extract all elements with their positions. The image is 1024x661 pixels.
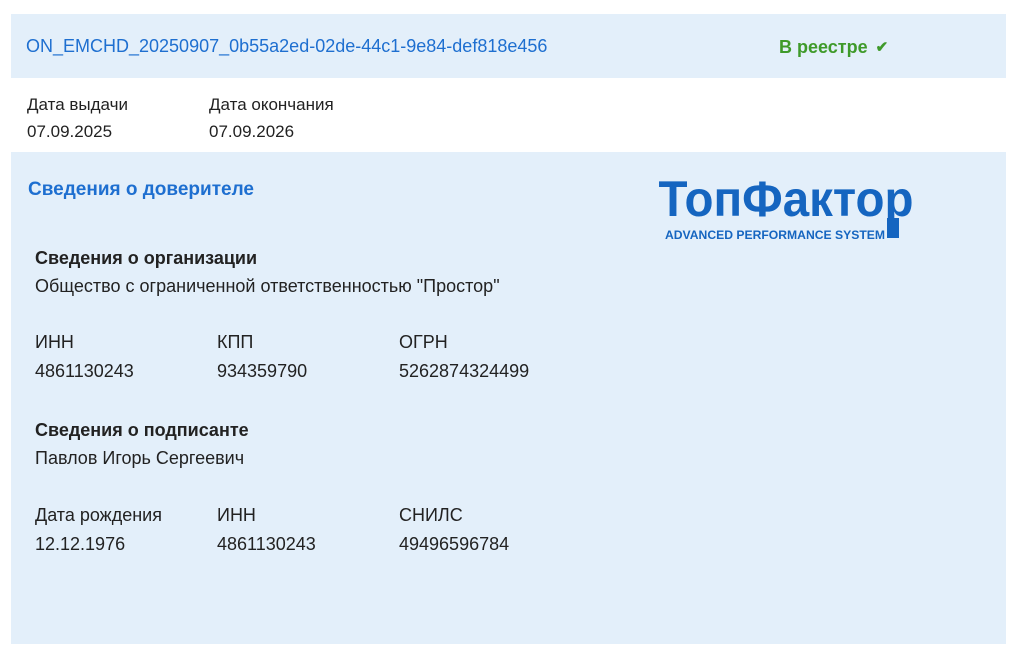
check-icon: ✔ <box>875 39 889 56</box>
organization-ogrn-field: ОГРН 5262874324499 <box>399 328 529 386</box>
signer-inn-label: ИНН <box>217 505 256 525</box>
organization-ogrn-value: 5262874324499 <box>399 361 530 381</box>
issue-date-field: Дата выдачи 07.09.2025 <box>27 91 128 145</box>
signer-birth-date-field: Дата рождения 12.12.1976 <box>35 501 162 559</box>
principal-panel: Сведения о доверителе ТопФактор ADVANCED… <box>11 152 1006 644</box>
issue-date-label: Дата выдачи <box>27 95 128 114</box>
signer-section-title: Сведения о подписанте <box>35 420 249 440</box>
signer-name: Павлов Игорь Сергеевич <box>35 448 245 468</box>
expiry-date-value: 07.09.2026 <box>209 122 295 141</box>
organization-kpp-value: 934359790 <box>217 361 308 381</box>
expiry-date-label: Дата окончания <box>209 95 334 114</box>
document-header: ON_EMCHD_20250907_0b55a2ed-02de-44c1-9e8… <box>11 14 1006 78</box>
issue-date-value: 07.09.2025 <box>27 122 113 141</box>
expiry-date-field: Дата окончания 07.09.2026 <box>209 91 334 145</box>
organization-ogrn-label: ОГРН <box>399 332 448 352</box>
signer-birth-date-label: Дата рождения <box>35 505 162 525</box>
signer-inn-value: 4861130243 <box>217 534 316 554</box>
organization-inn-value: 4861130243 <box>35 361 134 381</box>
signer-inn-field: ИНН 4861130243 <box>217 501 316 559</box>
document-id-link[interactable]: ON_EMCHD_20250907_0b55a2ed-02de-44c1-9e8… <box>26 36 547 57</box>
organization-name: Общество с ограниченной ответственностью… <box>35 276 500 296</box>
signer-snils-field: СНИЛС 49496596784 <box>399 501 509 559</box>
organization-inn-label: ИНН <box>35 332 74 352</box>
topfactor-logo: ТопФактор ADVANCED PERFORMANCE SYSTEM <box>659 171 914 242</box>
organization-inn-field: ИНН 4861130243 <box>35 328 134 386</box>
signer-snils-label: СНИЛС <box>399 505 463 525</box>
organization-section-title: Сведения о организации <box>35 248 258 268</box>
organization-kpp-label: КПП <box>217 332 254 352</box>
signer-snils-value: 49496596784 <box>399 534 510 554</box>
signer-birth-date-value: 12.12.1976 <box>35 534 126 554</box>
organization-kpp-field: КПП 934359790 <box>217 328 307 386</box>
svg-text:ADVANCED PERFORMANCE SYSTEM: ADVANCED PERFORMANCE SYSTEM <box>665 228 885 242</box>
principal-section-title: Сведения о доверителе <box>28 179 254 200</box>
status-badge: В реестре ✔ <box>779 37 888 58</box>
svg-text:ТопФактор: ТопФактор <box>659 171 914 227</box>
status-label: В реестре <box>779 37 868 57</box>
